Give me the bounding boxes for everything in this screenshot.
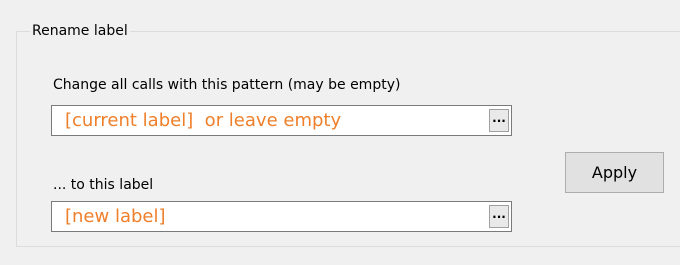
pattern-field-label: Change all calls with this pattern (may … bbox=[53, 77, 401, 93]
groupbox-title: Rename label bbox=[30, 20, 130, 42]
new-label-browse-button[interactable]: ... bbox=[489, 205, 509, 228]
pattern-browse-button[interactable]: ... bbox=[489, 109, 509, 132]
pattern-input[interactable]: [current label] or leave empty ... bbox=[51, 105, 512, 136]
new-label-field-label: ... to this label bbox=[53, 177, 154, 193]
new-label-input-value: [new label] bbox=[65, 206, 166, 227]
new-label-input[interactable]: [new label] ... bbox=[51, 201, 512, 232]
rename-label-panel: Rename label Change all calls with this … bbox=[0, 0, 680, 265]
pattern-input-value: [current label] or leave empty bbox=[65, 110, 342, 131]
apply-button[interactable]: Apply bbox=[565, 152, 664, 193]
